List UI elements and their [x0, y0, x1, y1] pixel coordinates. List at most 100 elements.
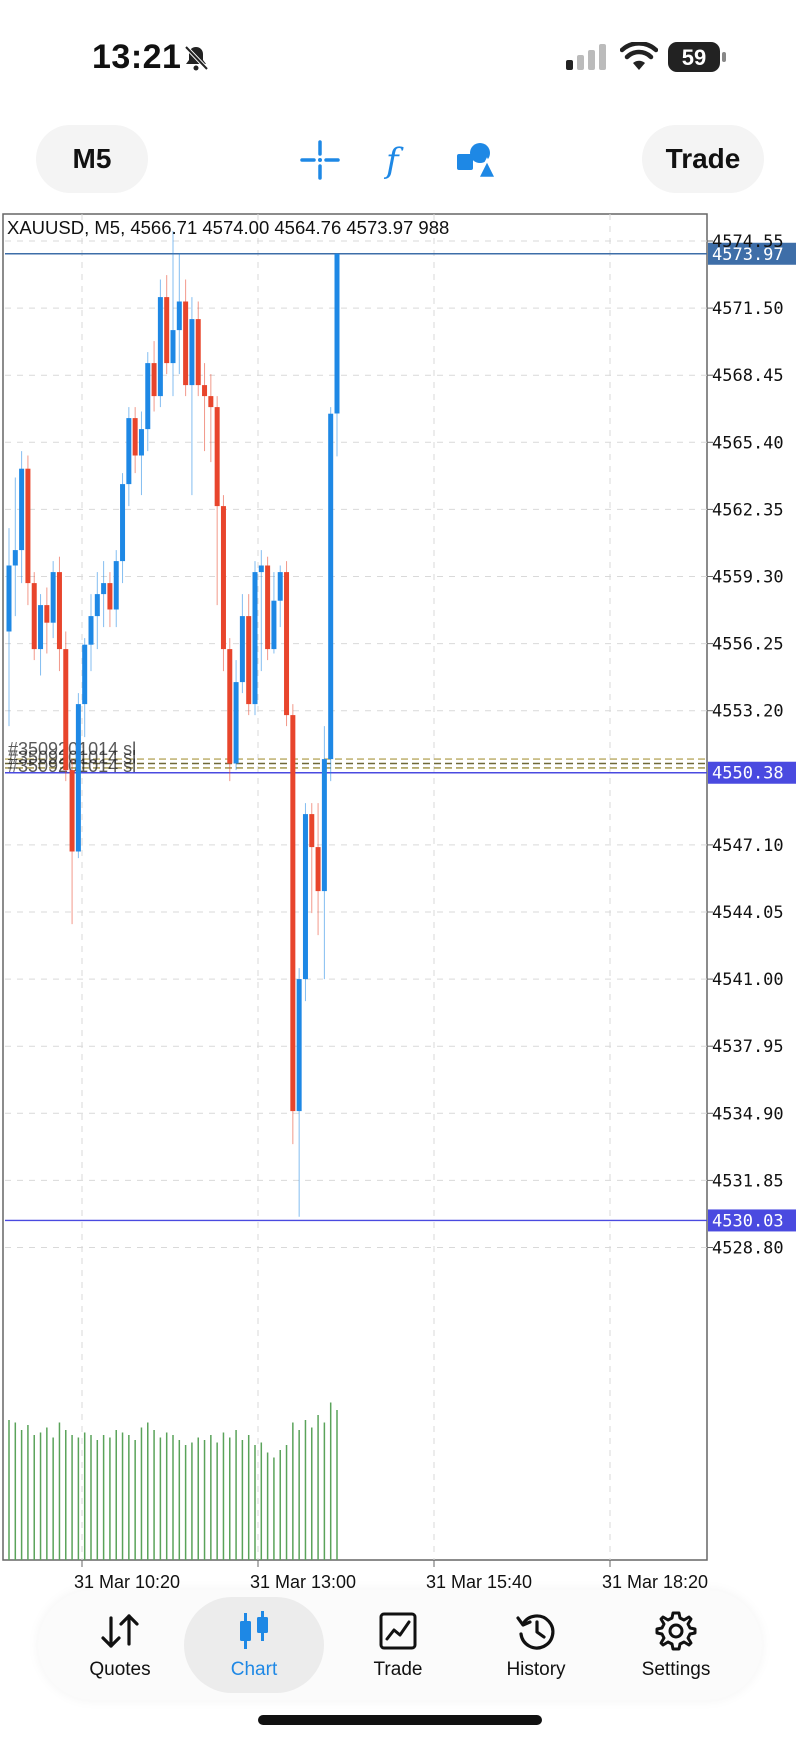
y-tick-label: 4547.10 — [712, 836, 784, 856]
candle-body — [265, 565, 271, 650]
trade-button[interactable]: Trade — [642, 125, 764, 193]
bottom-navigation: Quotes Chart Trade History Settings — [38, 1590, 762, 1700]
candle-body — [25, 468, 31, 584]
candle-body — [208, 396, 214, 408]
status-bar: 13:21 59 — [0, 0, 800, 110]
candle-body — [227, 649, 233, 764]
candle-body — [126, 418, 132, 485]
candle-body — [176, 301, 182, 331]
y-tick-label: 4556.25 — [712, 635, 784, 655]
candle-body — [101, 583, 107, 595]
y-tick-label: 4562.35 — [712, 500, 784, 520]
candle-body — [239, 616, 245, 683]
candle-body — [258, 565, 264, 573]
history-clock-icon — [515, 1609, 557, 1653]
candle-body — [69, 770, 75, 852]
battery-percent: 59 — [681, 45, 707, 70]
candle-body — [6, 565, 12, 632]
candle-body — [107, 583, 113, 610]
candle-body — [202, 385, 208, 397]
y-tick-label: 4568.45 — [712, 366, 784, 386]
candle-body — [82, 644, 88, 705]
candle-body — [12, 550, 18, 566]
y-tick-label: 4559.30 — [712, 568, 784, 588]
price-label: 4550.38 — [712, 764, 784, 784]
svg-text:f: f — [383, 141, 404, 180]
candle-body — [328, 413, 334, 760]
price-label: 4530.03 — [712, 1211, 784, 1231]
candle-body — [183, 301, 189, 386]
candle-body — [315, 847, 321, 892]
candle-body — [334, 253, 340, 414]
x-tick-label: 31 Mar 18:20 — [602, 1572, 708, 1590]
trade-chart-icon — [378, 1609, 418, 1653]
candle-body — [94, 594, 100, 617]
candle-body — [214, 407, 220, 507]
candle-body — [284, 572, 290, 716]
y-tick-label: 4553.20 — [712, 702, 784, 722]
chart-ohlc-label: XAUUSD, M5, 4566.71 4574.00 4564.76 4573… — [7, 217, 449, 238]
nav-history[interactable]: History — [466, 1590, 606, 1700]
candle-body — [296, 979, 302, 1112]
nav-settings[interactable]: Settings — [606, 1590, 746, 1700]
nav-history-label: History — [506, 1659, 566, 1680]
status-time: 13:21 — [92, 38, 182, 76]
y-tick-label: 4528.80 — [712, 1239, 784, 1259]
nav-quotes[interactable]: Quotes — [50, 1590, 190, 1700]
home-indicator — [258, 1715, 542, 1725]
cell-signal-icon — [566, 44, 608, 75]
nav-trade[interactable]: Trade — [328, 1590, 468, 1700]
candle-body — [56, 572, 62, 650]
candle-body — [277, 572, 283, 601]
y-tick-label: 4544.05 — [712, 903, 784, 923]
candle-body — [321, 759, 327, 892]
crosshair-icon[interactable] — [290, 130, 350, 190]
price-chart[interactable]: #3509201014 sl #3509201014 sl #3509201014 … — [0, 210, 800, 1590]
candle-body — [189, 319, 195, 386]
nav-chart-label: Chart — [230, 1659, 278, 1680]
candle-body — [113, 561, 119, 610]
gear-icon — [655, 1609, 697, 1653]
candle-body — [120, 484, 126, 562]
chart-frame — [2, 213, 708, 1561]
candle-body — [302, 814, 308, 980]
nav-settings-label: Settings — [641, 1659, 711, 1680]
candle-body — [31, 583, 37, 650]
bell-muted-icon — [182, 44, 210, 77]
candle-body — [233, 682, 239, 764]
candle-body — [246, 616, 252, 705]
candle-body — [170, 330, 176, 364]
candle-body — [138, 429, 144, 456]
wifi-icon — [619, 41, 659, 77]
timeframe-button[interactable]: M5 — [36, 125, 148, 193]
candle-body — [75, 704, 81, 852]
candle-body — [38, 605, 44, 650]
candle-body — [220, 506, 226, 650]
candle-body — [88, 616, 94, 645]
y-tick-label: 4571.50 — [712, 299, 784, 319]
x-tick-label: 31 Mar 10:20 — [74, 1572, 180, 1590]
candle-body — [195, 319, 201, 386]
candle-body — [19, 468, 25, 551]
objects-icon[interactable] — [446, 130, 506, 190]
candle-body — [290, 715, 296, 1112]
chart-toolbar: M5 f Trade — [0, 110, 800, 210]
indicators-icon[interactable]: f — [368, 130, 428, 190]
candle-body — [309, 814, 315, 848]
nav-trade-label: Trade — [373, 1659, 423, 1680]
y-tick-label: 4531.85 — [712, 1171, 784, 1191]
nav-chart[interactable]: Chart — [184, 1597, 324, 1693]
candle-body — [151, 363, 157, 397]
y-tick-label: 4534.90 — [712, 1104, 784, 1124]
candle-body — [252, 572, 258, 705]
candle-body — [145, 363, 151, 430]
quotes-arrows-icon — [99, 1609, 141, 1653]
candle-body — [164, 297, 170, 364]
y-tick-label: 4541.00 — [712, 970, 784, 990]
y-tick-label: 4574.55 — [712, 232, 784, 252]
candlestick-icon — [236, 1609, 272, 1653]
candle-body — [44, 605, 50, 623]
nav-quotes-label: Quotes — [89, 1659, 151, 1680]
battery-icon: 59 — [668, 42, 726, 72]
candle-body — [63, 649, 69, 771]
